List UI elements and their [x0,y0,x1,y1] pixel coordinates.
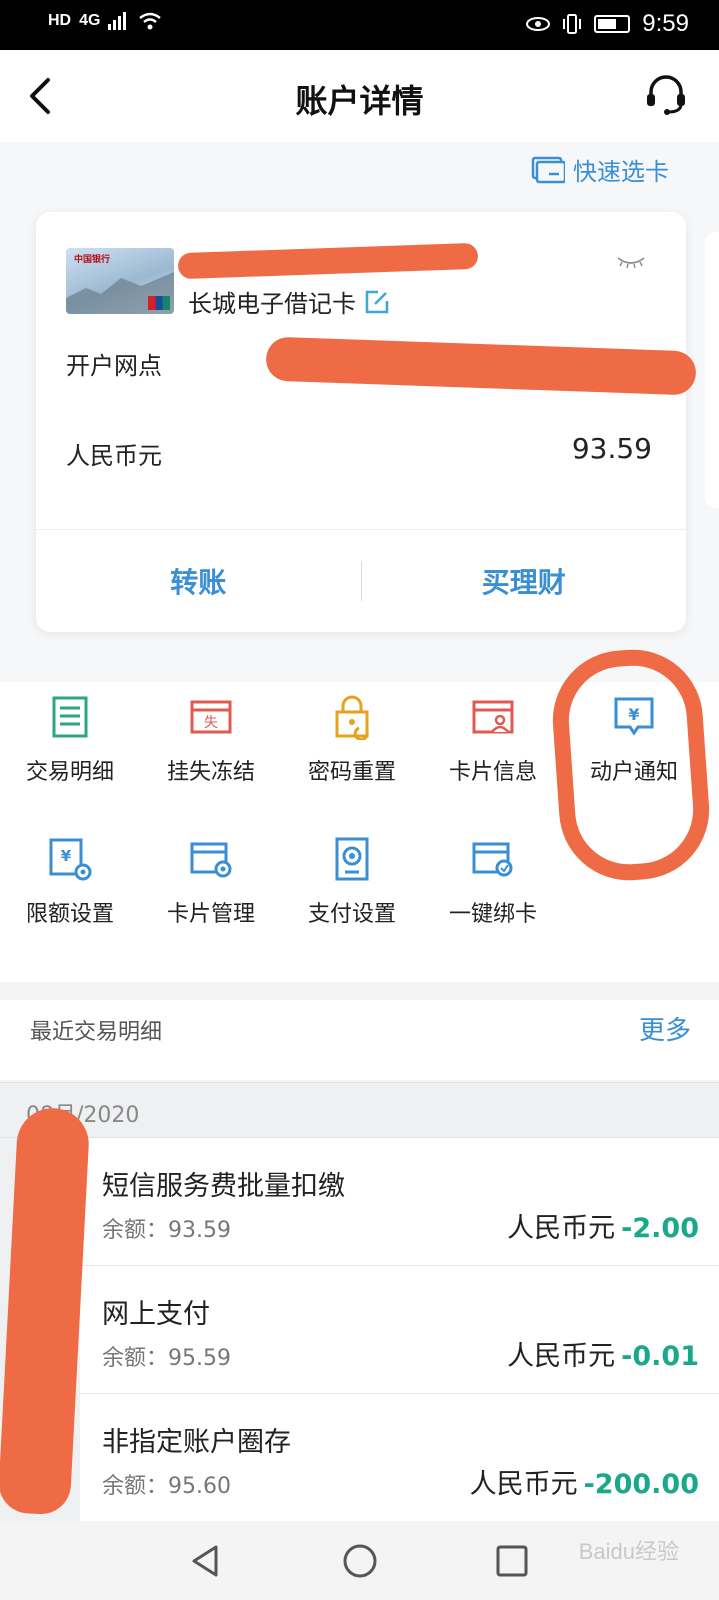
card-thumbnail: 中国银行 [66,248,174,314]
next-card-peek[interactable] [705,232,719,508]
bank-logo: 中国银行 [74,255,111,265]
account-card: 中国银行 长城电子借记卡 开户网点 人民币元 93.59 转账 买理财 [36,212,697,632]
func-label: 卡片信息 [448,760,537,785]
func-transaction-detail[interactable]: 交易明细 [0,694,140,786]
nav-home-icon[interactable] [340,1541,380,1581]
wifi-icon [139,12,162,30]
account-balance: 93.59 [571,432,652,465]
amount-value: -200.00 [583,1469,699,1500]
nav-back-icon[interactable] [186,1541,226,1581]
card-switch-icon [531,156,565,183]
svg-text:¥: ¥ [61,847,72,865]
list-item[interactable]: 网上支付 余额：95.59 人民币元 -0.01 [80,1266,719,1394]
card-manage-icon [190,842,232,878]
func-limit-settings[interactable]: ¥ 限额设置 [0,836,140,928]
limit-settings-icon: ¥ [49,838,92,881]
unionpay-logo [148,296,170,310]
card-number-redaction [177,242,479,280]
branch-label: 开户网点 [66,352,162,380]
report-loss-icon: 失 [190,700,232,734]
annotation-circle [548,645,714,885]
func-label: 支付设置 [307,902,396,927]
quick-select-card-button[interactable]: 快速选卡 [531,152,669,187]
transaction-amount: 人民币元 -200.00 [470,1462,699,1501]
func-card-manage[interactable]: 卡片管理 [141,836,281,928]
signal-icon [108,12,127,30]
recent-title: 最近交易明细 [30,1020,163,1045]
more-link[interactable]: 更多 [639,1010,691,1047]
amount-value: -2.00 [621,1213,699,1244]
amount-value: -0.01 [621,1341,699,1372]
func-label: 交易明细 [25,760,114,785]
branch-redaction [265,336,697,396]
hide-eye-icon[interactable] [616,254,646,270]
transaction-balance: 余额：95.59 [102,1346,231,1371]
transaction-name: 网上支付 [102,1299,210,1330]
transaction-list: 短信服务费批量扣缴 余额：93.59 人民币元 -2.00 网上支付 余额：95.… [0,1138,719,1522]
page-title: 账户详情 [295,82,424,120]
battery-icon [594,15,631,33]
func-label: 一键绑卡 [448,902,537,927]
buy-wealth-button[interactable]: 买理财 [362,561,687,601]
func-card-info[interactable]: 卡片信息 [423,694,563,786]
currency-label: 人民币元 [66,442,162,470]
currency-label: 人民币元 [469,1469,578,1500]
func-label: 密码重置 [307,760,396,785]
card-name[interactable]: 长城电子借记卡 [188,284,390,319]
quick-select-label: 快速选卡 [573,158,669,186]
func-password-reset[interactable]: 密码重置 [282,694,422,786]
transaction-balance: 余额：95.60 [102,1474,231,1499]
app-header: 账户详情 [0,50,719,142]
nav-recents-icon[interactable] [492,1541,532,1581]
month-separator: 08月/2020 [0,1082,719,1138]
signal-type: 4G [79,12,101,29]
card-info-icon [472,700,514,734]
lock-reset-icon [335,695,369,740]
currency-label: 人民币元 [507,1213,616,1244]
func-label: 挂失冻结 [166,760,255,785]
watermark: Baidu经验 [578,1539,679,1564]
func-label: 限额设置 [25,902,114,927]
list-item[interactable]: 短信服务费批量扣缴 余额：93.59 人民币元 -2.00 [80,1138,719,1266]
customer-service-icon[interactable] [643,72,689,118]
transaction-amount: 人民币元 -0.01 [507,1334,699,1373]
transaction-name: 短信服务费批量扣缴 [102,1171,345,1202]
payment-settings-icon [335,837,369,881]
vibrate-icon [563,14,582,34]
transaction-balance: 余额：93.59 [102,1218,231,1243]
edit-icon[interactable] [364,289,390,315]
func-payment-settings[interactable]: 支付设置 [282,836,422,928]
clock: 9:59 [642,10,689,37]
transfer-button[interactable]: 转账 [36,561,361,601]
currency-label: 人民币元 [507,1341,616,1372]
network-type: HD [48,12,72,29]
func-label: 卡片管理 [166,902,255,927]
recent-transactions-header: 最近交易明细 更多 [0,1000,719,1080]
eye-comfort-icon [526,17,551,31]
status-bar: HD 4G 9:59 [0,0,719,50]
card-name-label: 长城电子借记卡 [188,290,356,318]
bind-card-icon [472,842,513,877]
transaction-name: 非指定账户圈存 [102,1427,291,1458]
transaction-amount: 人民币元 -2.00 [507,1206,699,1245]
ledger-icon [52,696,88,738]
func-bind-card[interactable]: 一键绑卡 [423,836,563,928]
list-item[interactable]: 非指定账户圈存 余额：95.60 人民币元 -200.00 [80,1394,719,1522]
func-report-loss[interactable]: 失 挂失冻结 [141,694,281,786]
svg-text:失: 失 [204,715,218,731]
